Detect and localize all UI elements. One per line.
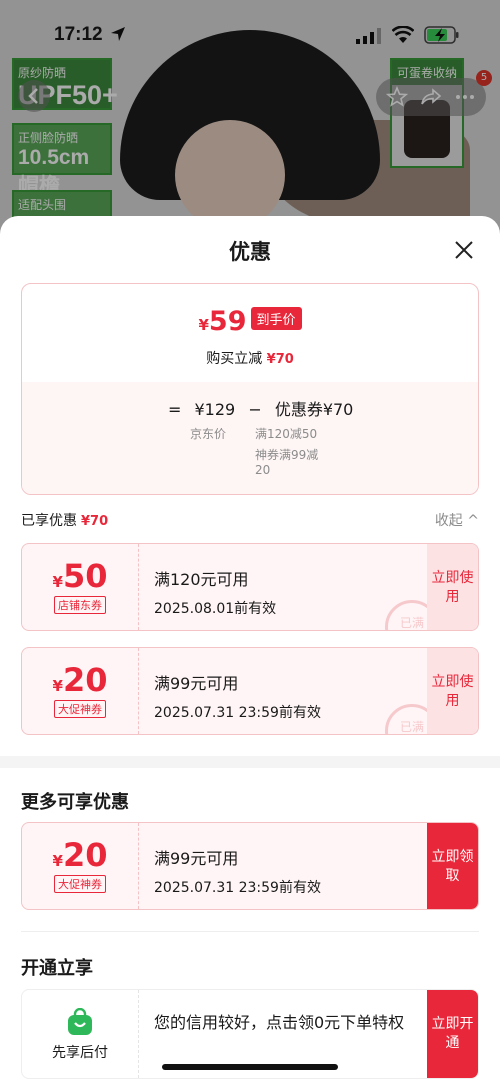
- open-enjoy-title: 开通立享: [21, 958, 93, 979]
- shopping-bag-icon: [68, 1007, 92, 1035]
- coupon-currency: ¥: [52, 852, 63, 870]
- coupon-card: ¥50 店铺东券 满120元可用 2025.08.01前有效 已满 立即使用: [21, 543, 479, 631]
- discount-sheet: 优惠 ¥59 到手价 购买立减 ¥70 = ¥129 − 优惠券¥70 京东价 满…: [0, 216, 500, 1083]
- formula-minus: −: [248, 400, 262, 419]
- close-icon[interactable]: [452, 238, 476, 262]
- pay-later-label: 先享后付: [52, 1045, 108, 1061]
- coupon-detail-1: 满120减50: [255, 427, 318, 441]
- coupon-type-tag: 大促神券: [54, 875, 106, 893]
- final-price: ¥59 到手价: [22, 306, 478, 337]
- instant-reduce-value: ¥70: [266, 352, 294, 367]
- coupon-value-block: ¥20 大促神券: [22, 648, 139, 734]
- coupon-condition: 满99元可用: [154, 674, 239, 693]
- use-now-button[interactable]: 立即使用: [427, 648, 478, 734]
- enjoyed-discount-row: 已享优惠 ¥70 收起 ^: [21, 510, 479, 530]
- coupon-type-tag: 大促神券: [54, 700, 106, 718]
- enjoyed-label: 已享优惠: [21, 513, 77, 529]
- final-price-tag: 到手价: [250, 307, 302, 330]
- coupon-expiry: 2025.07.31 23:59前有效: [154, 705, 321, 721]
- price-breakdown: = ¥129 − 优惠券¥70 京东价 满120减50 神券满99减20: [22, 382, 478, 494]
- price-formula: = ¥129 − 优惠券¥70: [168, 396, 361, 420]
- home-indicator[interactable]: [162, 1064, 338, 1070]
- activate-now-button[interactable]: 立即开通: [427, 990, 478, 1078]
- coupon-currency: ¥: [52, 677, 63, 695]
- coupon-type-tag: 店铺东券: [54, 596, 106, 614]
- coupon-detail-2: 神券满99减20: [255, 448, 319, 477]
- coupon-card: ¥20 大促神券 满99元可用 2025.07.31 23:59前有效 已满 立…: [21, 647, 479, 735]
- instant-reduce-label: 购买立减: [206, 351, 263, 367]
- coupon-currency: ¥: [52, 573, 63, 591]
- coupon-amount: 50: [62, 557, 108, 595]
- collapse-button[interactable]: 收起 ^: [435, 510, 479, 530]
- use-now-button[interactable]: 立即使用: [427, 544, 478, 630]
- jd-price-label: 京东价: [190, 427, 227, 441]
- jd-price: ¥129: [194, 400, 236, 419]
- final-price-value: 59: [208, 306, 247, 337]
- pay-later-block: 先享后付: [22, 990, 139, 1078]
- coupon-amount: 20: [62, 661, 108, 699]
- coupon-condition: 满120元可用: [154, 570, 249, 589]
- final-price-currency: ¥: [198, 316, 209, 334]
- coupon-expiry: 2025.08.01前有效: [154, 601, 277, 617]
- claim-now-button[interactable]: 立即领取: [427, 823, 478, 909]
- coupon-amount: 20: [62, 836, 108, 874]
- coupon-value-block: ¥20 大促神券: [22, 823, 139, 909]
- enjoyed-value: ¥70: [81, 514, 109, 529]
- section-separator: [21, 931, 479, 932]
- instant-reduce: 购买立减 ¥70: [22, 348, 478, 368]
- claimable-coupon-card: ¥20 大促神券 满99元可用 2025.07.31 23:59前有效 立即领取: [21, 822, 479, 910]
- pay-later-description: 您的信用较好，点击领0元下单特权: [154, 1013, 405, 1032]
- coupon-total: 优惠券¥70: [274, 400, 354, 419]
- formula-equals: =: [168, 400, 182, 419]
- sheet-title: 优惠: [229, 240, 271, 264]
- coupon-condition: 满99元可用: [154, 849, 239, 868]
- price-summary-card: ¥59 到手价 购买立减 ¥70 = ¥129 − 优惠券¥70 京东价 满120…: [21, 283, 479, 495]
- more-discounts-title: 更多可享优惠: [21, 792, 129, 813]
- coupon-value-block: ¥50 店铺东券: [22, 544, 139, 630]
- coupon-expiry: 2025.07.31 23:59前有效: [154, 880, 321, 896]
- section-divider: [0, 756, 500, 768]
